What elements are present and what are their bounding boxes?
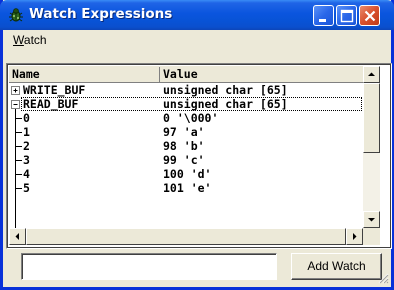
table-row[interactable]: 4 100 'd': [9, 167, 363, 181]
expand-plus-icon[interactable]: [11, 86, 20, 95]
row-name: 3: [23, 153, 30, 167]
watch-expression-input[interactable]: [21, 253, 277, 280]
row-value: 0 '\000': [163, 111, 219, 125]
minimize-icon: [319, 19, 326, 22]
column-header-value[interactable]: Value: [163, 66, 198, 82]
tree-branch: [15, 174, 22, 175]
menu-bar: Watch: [3, 30, 391, 50]
table-row[interactable]: 1 97 'a': [9, 125, 363, 139]
row-value: 98 'b': [163, 139, 205, 153]
watch-rows: WRITE_BUF unsigned char [65] READ_BUF un…: [9, 83, 363, 228]
tree-branch: [15, 132, 22, 133]
table-row[interactable]: 3 99 'c': [9, 153, 363, 167]
row-value: unsigned char [65]: [163, 97, 288, 111]
scroll-down-button[interactable]: [363, 211, 380, 228]
close-icon: [364, 10, 376, 22]
arrow-down-icon: [368, 218, 375, 222]
arrow-left-icon: [15, 233, 19, 240]
add-watch-button[interactable]: Add Watch: [291, 253, 382, 280]
arrow-up-icon: [368, 72, 375, 76]
row-value: 101 'e': [163, 181, 212, 195]
row-name: 0: [23, 111, 30, 125]
table-row[interactable]: 0 0 '\000': [9, 111, 363, 125]
bug-icon: [9, 8, 23, 22]
column-header-name[interactable]: Name: [12, 66, 40, 82]
row-name: 5: [23, 181, 30, 195]
minimize-button[interactable]: [313, 5, 334, 26]
resize-grip-icon[interactable]: [377, 272, 389, 284]
tree-branch: [15, 160, 22, 161]
arrow-right-icon: [353, 233, 357, 240]
watch-tree: Name Value WRITE_BUF unsigned char [65]: [7, 64, 391, 248]
row-name: 2: [23, 139, 30, 153]
menu-watch[interactable]: Watch: [13, 33, 47, 47]
scroll-up-button[interactable]: [363, 66, 380, 83]
tree-branch: [15, 118, 22, 119]
row-name: WRITE_BUF: [23, 83, 86, 97]
row-name: READ_BUF: [23, 97, 79, 111]
scroll-left-button[interactable]: [9, 228, 26, 245]
table-row-selected[interactable]: READ_BUF unsigned char [65]: [9, 97, 363, 111]
menu-watch-mnemonic: W: [13, 33, 24, 47]
horizontal-scrollbar[interactable]: [9, 228, 363, 245]
row-value: 100 'd': [163, 167, 212, 181]
maximize-icon: [340, 9, 354, 23]
close-button[interactable]: [359, 5, 380, 26]
maximize-button[interactable]: [336, 5, 357, 26]
watch-expressions-window: Watch Expressions Watch Name Value WRITE…: [0, 0, 394, 290]
row-name: 1: [23, 125, 30, 139]
row-value: 97 'a': [163, 125, 205, 139]
watch-tree-frame: Name Value WRITE_BUF unsigned char [65]: [6, 63, 392, 249]
table-row[interactable]: WRITE_BUF unsigned char [65]: [9, 83, 363, 97]
row-name: 4: [23, 167, 30, 181]
row-value: unsigned char [65]: [163, 83, 288, 97]
tree-branch: [15, 146, 22, 147]
window-title: Watch Expressions: [29, 6, 173, 22]
title-bar[interactable]: Watch Expressions: [0, 0, 394, 30]
column-divider[interactable]: [159, 67, 160, 82]
tree-branch: [15, 188, 22, 189]
column-header: Name Value: [9, 66, 363, 83]
collapse-minus-icon[interactable]: [11, 100, 20, 109]
table-row[interactable]: 5 101 'e': [9, 181, 363, 195]
row-value: 99 'c': [163, 153, 205, 167]
vertical-scrollbar[interactable]: [363, 66, 380, 228]
scroll-right-button[interactable]: [346, 228, 363, 245]
vertical-scroll-thumb[interactable]: [363, 83, 380, 153]
table-row[interactable]: 2 98 'b': [9, 139, 363, 153]
menu-watch-rest: atch: [23, 33, 47, 47]
scrollbar-corner: [363, 228, 380, 245]
horizontal-scroll-thumb[interactable]: [26, 228, 346, 245]
